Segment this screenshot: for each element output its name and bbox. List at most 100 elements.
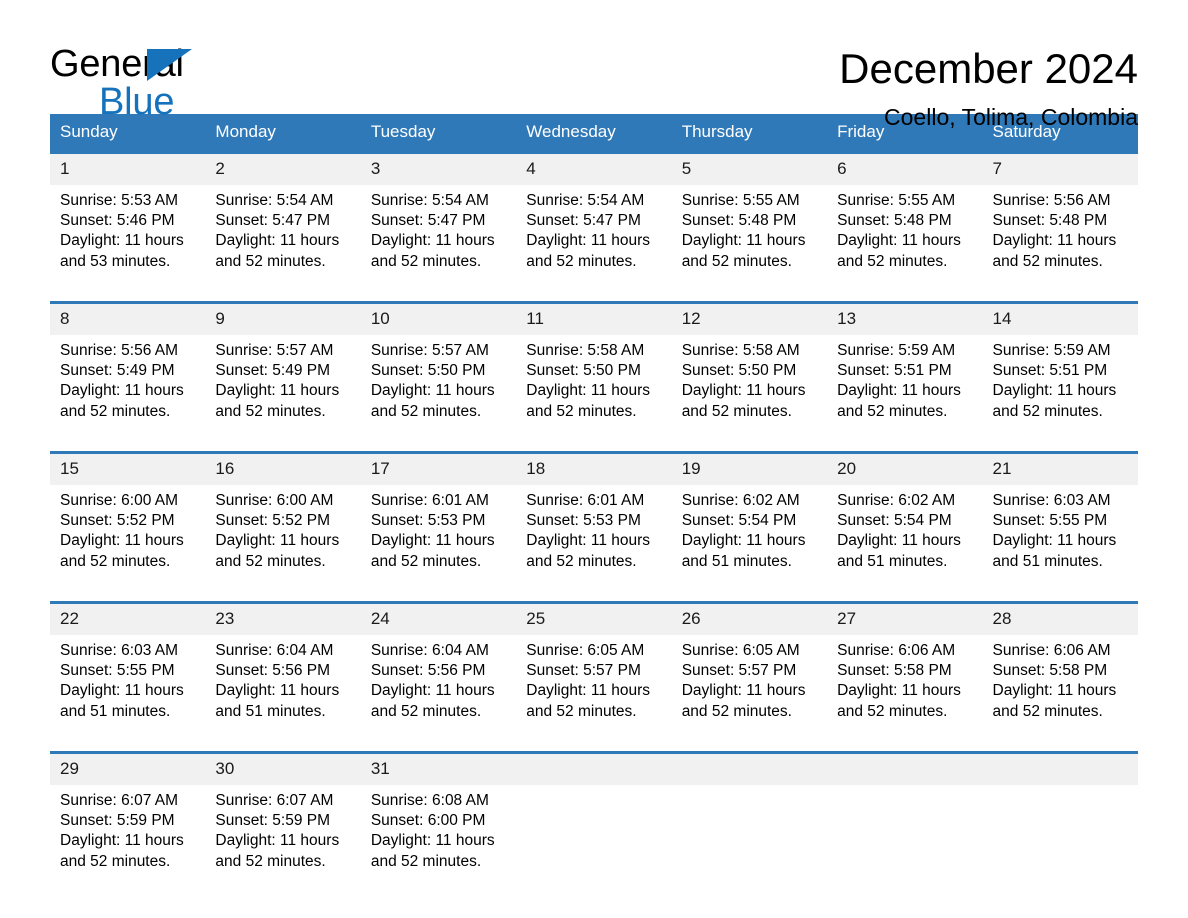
daylight-text-line1: Daylight: 11 hours <box>60 832 184 850</box>
sunrise-text: Sunrise: 5:56 AM <box>60 342 179 359</box>
day-cell[interactable]: Sunrise: 6:04 AM Sunset: 5:56 PM Dayligh… <box>360 635 517 739</box>
day-cell[interactable]: Sunrise: 5:58 AM Sunset: 5:50 PM Dayligh… <box>516 335 672 439</box>
day-cell[interactable]: Sunrise: 6:04 AM Sunset: 5:56 PM Dayligh… <box>205 635 361 739</box>
day-cell[interactable]: Sunrise: 5:57 AM Sunset: 5:50 PM Dayligh… <box>360 335 517 439</box>
day-number[interactable]: 9 <box>205 301 361 335</box>
day-number[interactable]: 30 <box>205 751 361 785</box>
day-cell[interactable]: Sunrise: 6:05 AM Sunset: 5:57 PM Dayligh… <box>516 635 672 739</box>
day-cell[interactable]: Sunrise: 6:07 AM Sunset: 5:59 PM Dayligh… <box>205 785 361 889</box>
day-number[interactable]: 4 <box>516 151 672 185</box>
day-cell[interactable]: Sunrise: 6:05 AM Sunset: 5:57 PM Dayligh… <box>671 635 828 739</box>
day-number[interactable]: 8 <box>50 301 206 335</box>
day-number[interactable]: 17 <box>360 451 517 485</box>
sunrise-text: Sunrise: 6:06 AM <box>837 642 956 659</box>
sunset-text: Sunset: 5:47 PM <box>370 212 486 230</box>
sunrise-text: Sunrise: 6:08 AM <box>370 792 489 809</box>
sunset-text: Sunset: 5:57 PM <box>526 662 641 680</box>
daylight-text-line2: and 52 minutes. <box>837 402 948 420</box>
day-cell[interactable]: Sunrise: 6:00 AM Sunset: 5:52 PM Dayligh… <box>205 485 361 589</box>
day-number[interactable]: 3 <box>360 151 517 185</box>
day-cell[interactable]: Sunrise: 6:02 AM Sunset: 5:54 PM Dayligh… <box>827 485 983 589</box>
daylight-text-line1: Daylight: 11 hours <box>215 682 340 700</box>
day-number[interactable]: 19 <box>671 451 828 485</box>
day-cell[interactable]: Sunrise: 6:06 AM Sunset: 5:58 PM Dayligh… <box>827 635 983 739</box>
day-number[interactable]: 21 <box>982 451 1138 485</box>
day-cell[interactable]: Sunrise: 5:56 AM Sunset: 5:49 PM Dayligh… <box>50 335 206 439</box>
daylight-text-line2: and 53 minutes. <box>60 252 171 270</box>
daylight-text-line2: and 52 minutes. <box>60 852 171 870</box>
day-cell[interactable]: Sunrise: 6:01 AM Sunset: 5:53 PM Dayligh… <box>360 485 517 589</box>
day-number[interactable]: 18 <box>516 451 672 485</box>
daylight-text-line1: Daylight: 11 hours <box>60 532 184 550</box>
day-cell[interactable]: Sunrise: 6:06 AM Sunset: 5:58 PM Dayligh… <box>982 635 1138 739</box>
day-cell[interactable]: Sunrise: 5:59 AM Sunset: 5:51 PM Dayligh… <box>982 335 1138 439</box>
day-number[interactable]: 7 <box>982 151 1138 185</box>
day-cell[interactable]: Sunrise: 5:58 AM Sunset: 5:50 PM Dayligh… <box>671 335 828 439</box>
day-number[interactable]: 14 <box>982 301 1138 335</box>
daylight-text-line1: Daylight: 11 hours <box>681 682 806 700</box>
day-cell[interactable]: Sunrise: 5:55 AM Sunset: 5:48 PM Dayligh… <box>827 185 983 289</box>
day-number[interactable]: 24 <box>360 601 517 635</box>
day-cell[interactable]: Sunrise: 6:08 AM Sunset: 6:00 PM Dayligh… <box>360 785 517 889</box>
day-cell[interactable]: Sunrise: 6:01 AM Sunset: 5:53 PM Dayligh… <box>516 485 672 589</box>
day-cell[interactable]: Sunrise: 6:00 AM Sunset: 5:52 PM Dayligh… <box>50 485 206 589</box>
week-separator <box>50 289 1138 303</box>
day-cell[interactable]: Sunrise: 5:55 AM Sunset: 5:48 PM Dayligh… <box>671 185 828 289</box>
day-number-empty <box>827 751 983 785</box>
sunset-text: Sunset: 5:55 PM <box>60 662 175 680</box>
daylight-text-line1: Daylight: 11 hours <box>992 682 1117 700</box>
day-cell[interactable]: Sunrise: 5:54 AM Sunset: 5:47 PM Dayligh… <box>516 185 672 289</box>
day-number[interactable]: 1 <box>50 151 206 185</box>
day-cell[interactable]: Sunrise: 5:54 AM Sunset: 5:47 PM Dayligh… <box>360 185 517 289</box>
day-number[interactable]: 27 <box>827 601 983 635</box>
daylight-text-line2: and 52 minutes. <box>992 702 1103 720</box>
day-number[interactable]: 15 <box>50 451 206 485</box>
day-cell[interactable]: Sunrise: 6:03 AM Sunset: 5:55 PM Dayligh… <box>982 485 1138 589</box>
day-cell[interactable]: Sunrise: 5:56 AM Sunset: 5:48 PM Dayligh… <box>982 185 1138 289</box>
sunset-text: Sunset: 5:50 PM <box>370 362 486 380</box>
day-number[interactable]: 20 <box>827 451 983 485</box>
day-number[interactable]: 22 <box>50 601 206 635</box>
day-number[interactable]: 23 <box>205 601 361 635</box>
daylight-text-line1: Daylight: 11 hours <box>60 232 184 250</box>
sunrise-text: Sunrise: 5:55 AM <box>681 192 800 209</box>
day-number-empty <box>982 751 1138 785</box>
day-cell[interactable]: Sunrise: 5:59 AM Sunset: 5:51 PM Dayligh… <box>827 335 983 439</box>
day-number[interactable]: 12 <box>671 301 828 335</box>
day-number[interactable]: 10 <box>360 301 517 335</box>
day-cell[interactable]: Sunrise: 6:02 AM Sunset: 5:54 PM Dayligh… <box>671 485 828 589</box>
day-number[interactable]: 16 <box>205 451 361 485</box>
calendar-page: General Blue December 2024 Coello, Tolim… <box>0 0 1188 918</box>
sunset-text: Sunset: 5:52 PM <box>215 512 331 530</box>
daylight-text-line2: and 52 minutes. <box>992 252 1103 270</box>
daylight-text-line1: Daylight: 11 hours <box>526 532 651 550</box>
day-number[interactable]: 13 <box>827 301 983 335</box>
day-number[interactable]: 6 <box>827 151 983 185</box>
sunrise-text: Sunrise: 6:04 AM <box>370 642 489 659</box>
page-header: General Blue December 2024 Coello, Tolim… <box>50 0 1138 130</box>
day-number[interactable]: 29 <box>50 751 206 785</box>
sunset-text: Sunset: 5:55 PM <box>992 512 1108 530</box>
day-number[interactable]: 28 <box>982 601 1138 635</box>
day-number[interactable]: 31 <box>360 751 517 785</box>
sunrise-text: Sunrise: 6:03 AM <box>60 642 179 659</box>
day-number[interactable]: 11 <box>516 301 672 335</box>
day-cell[interactable]: Sunrise: 5:54 AM Sunset: 5:47 PM Dayligh… <box>205 185 361 289</box>
sunset-text: Sunset: 5:54 PM <box>681 512 797 530</box>
day-number[interactable]: 5 <box>671 151 828 185</box>
sunset-text: Sunset: 5:58 PM <box>992 662 1108 680</box>
sunrise-text: Sunrise: 6:01 AM <box>370 492 489 509</box>
day-number[interactable]: 2 <box>205 151 361 185</box>
day-cell-empty <box>982 785 1138 889</box>
sunset-text: Sunset: 5:53 PM <box>526 512 641 530</box>
day-cell[interactable]: Sunrise: 6:07 AM Sunset: 5:59 PM Dayligh… <box>50 785 206 889</box>
day-cell[interactable]: Sunrise: 5:53 AM Sunset: 5:46 PM Dayligh… <box>50 185 206 289</box>
daylight-text-line2: and 52 minutes. <box>526 702 637 720</box>
day-number[interactable]: 26 <box>671 601 828 635</box>
day-number[interactable]: 25 <box>516 601 672 635</box>
daylight-text-line1: Daylight: 11 hours <box>215 382 340 400</box>
day-cell[interactable]: Sunrise: 5:57 AM Sunset: 5:49 PM Dayligh… <box>205 335 361 439</box>
daylight-text-line1: Daylight: 11 hours <box>992 382 1117 400</box>
daylight-text-line1: Daylight: 11 hours <box>60 682 184 700</box>
day-cell[interactable]: Sunrise: 6:03 AM Sunset: 5:55 PM Dayligh… <box>50 635 206 739</box>
